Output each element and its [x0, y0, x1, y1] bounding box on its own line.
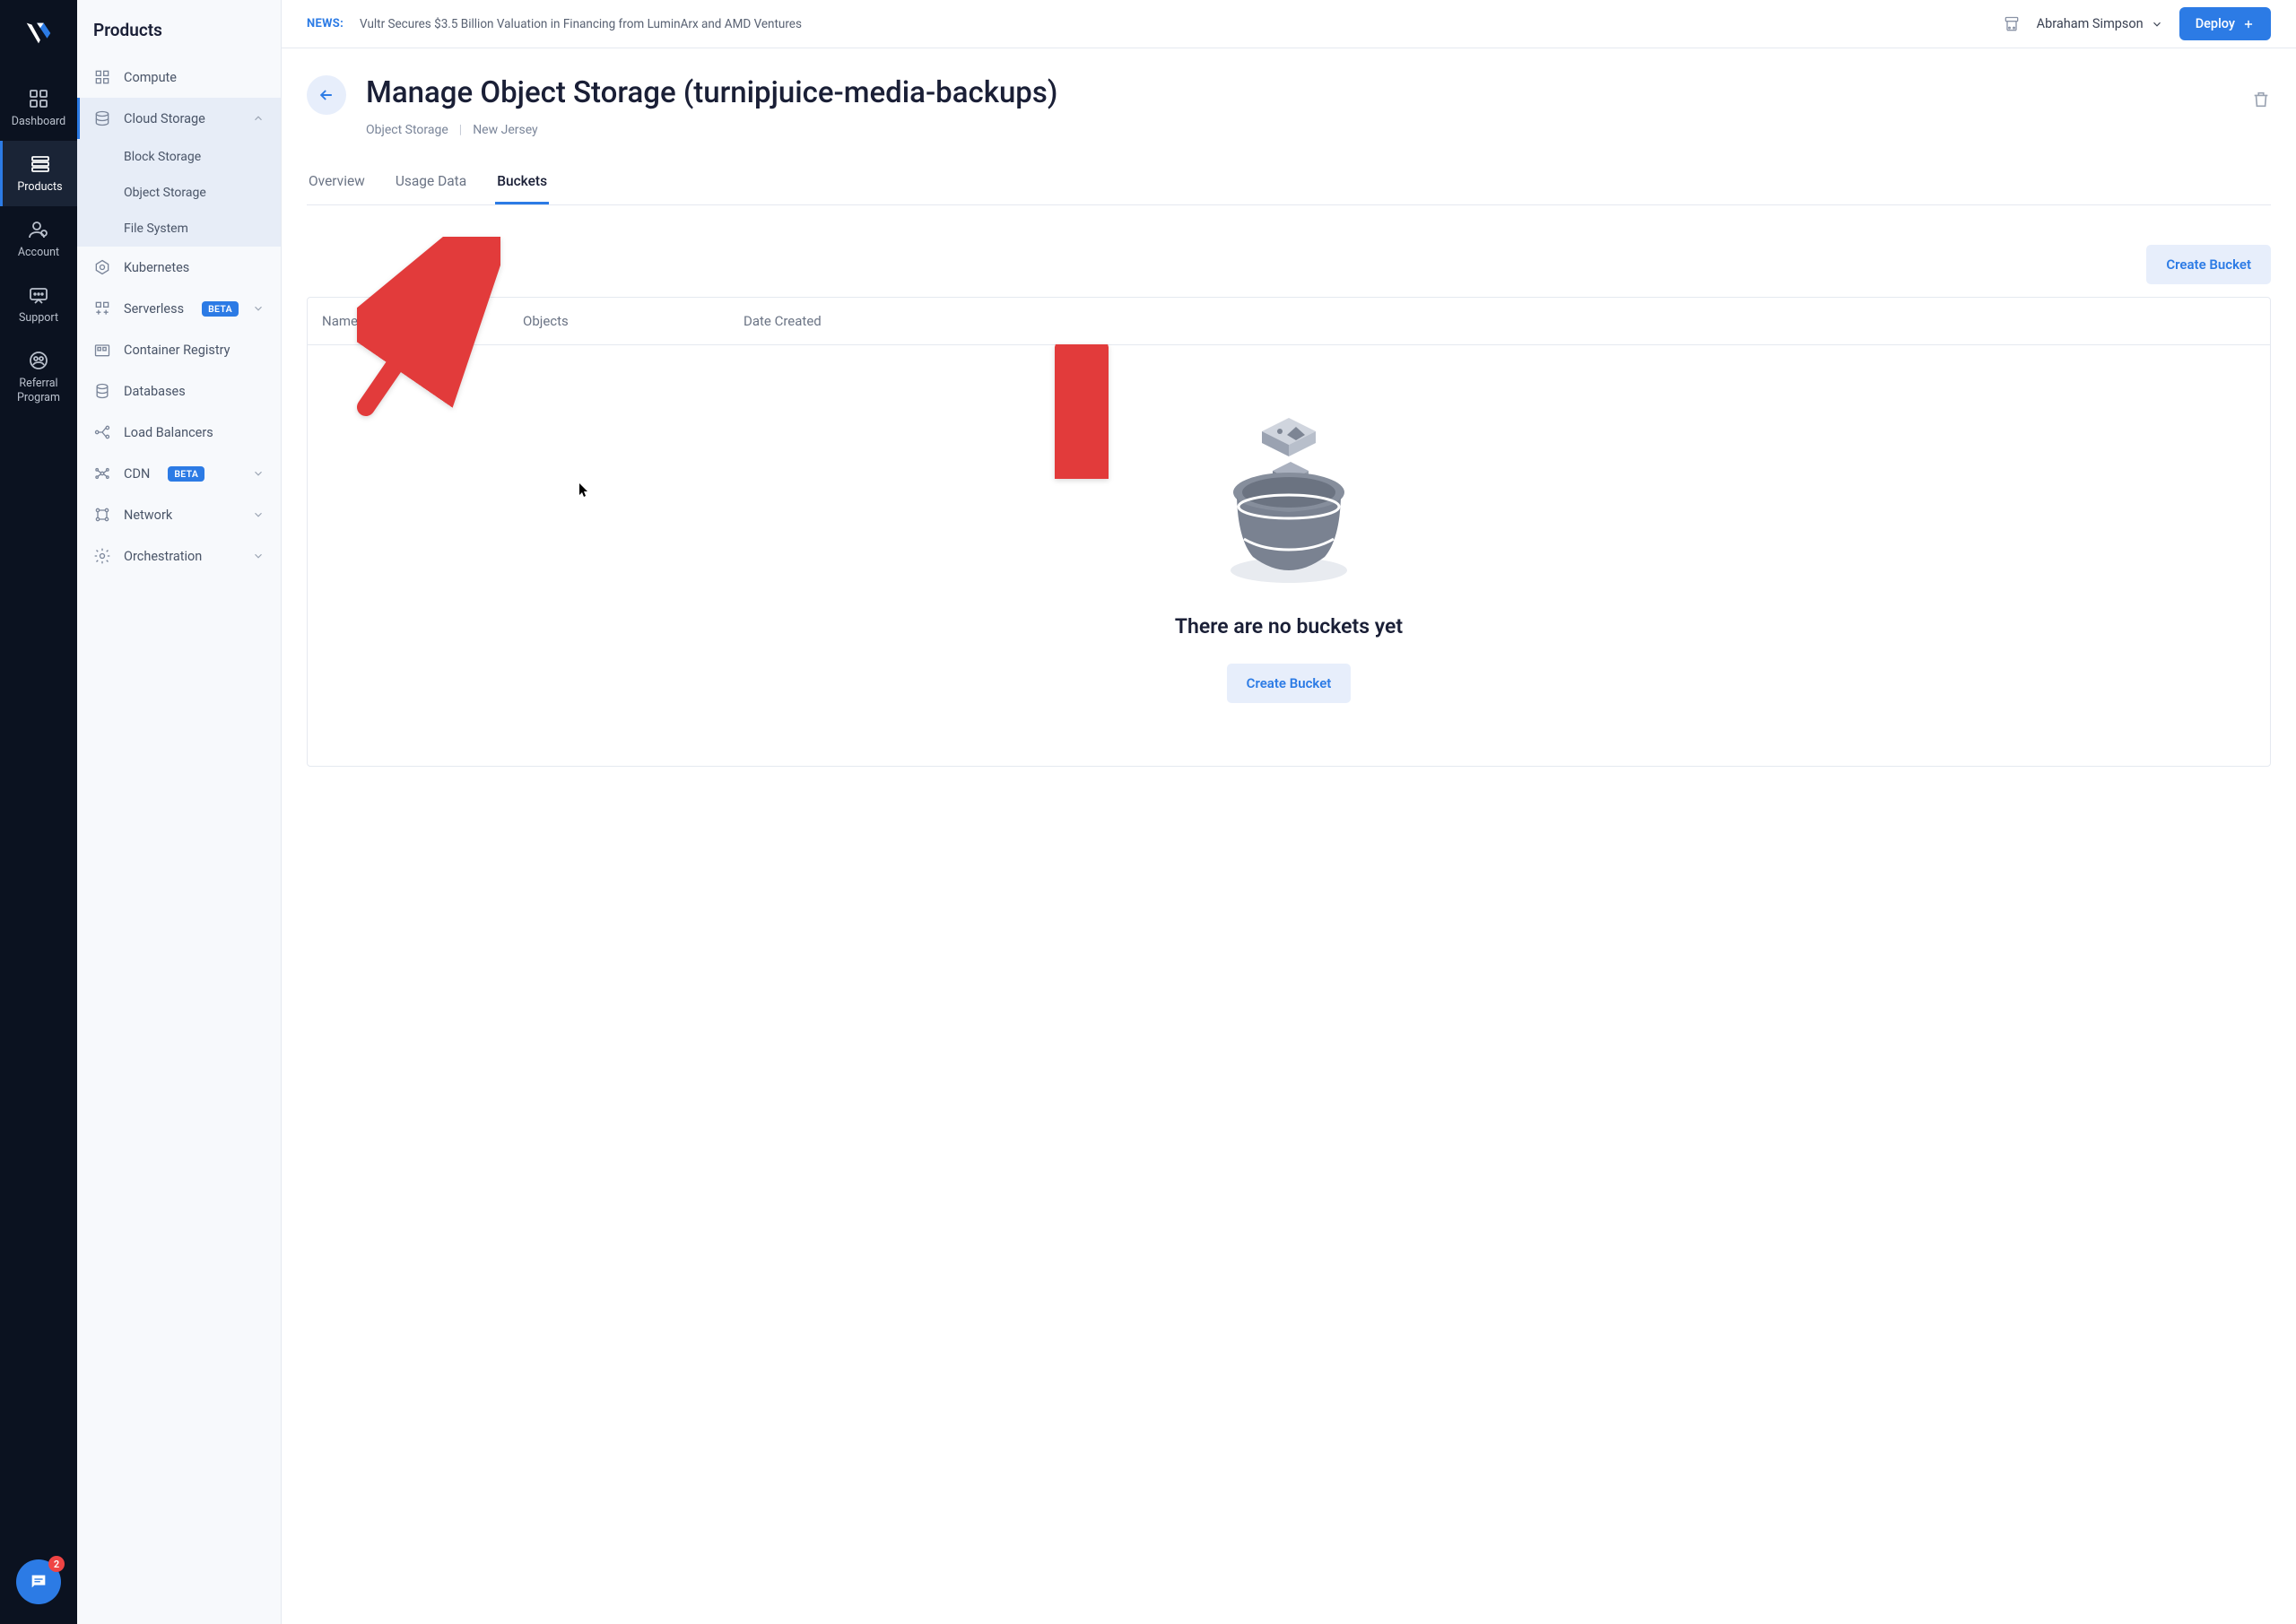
tab-buckets[interactable]: Buckets: [495, 173, 549, 204]
chevron-down-icon: [2151, 18, 2163, 30]
column-name: Name: [322, 313, 523, 329]
nav-dashboard[interactable]: Dashboard: [0, 75, 77, 141]
sidebar-subitem-file-system[interactable]: File System: [77, 211, 281, 247]
delete-button[interactable]: [2251, 90, 2271, 109]
orchestration-icon: [93, 547, 111, 565]
sidebar-submenu-cloud-storage: Block Storage Object Storage File System: [77, 139, 281, 247]
chevron-down-icon: [252, 550, 265, 562]
sidebar-title: Products: [77, 0, 281, 56]
deploy-button[interactable]: Deploy: [2179, 7, 2271, 40]
loadbalancer-icon: [93, 423, 111, 441]
sidebar-item-network[interactable]: Network: [77, 494, 281, 535]
sidebar-item-cdn[interactable]: CDN BETA: [77, 453, 281, 494]
plus-icon: [2242, 18, 2255, 30]
sidebar-item-label: CDN: [124, 466, 150, 482]
network-icon: [93, 506, 111, 524]
sidebar-item-label: Network: [124, 508, 172, 523]
serverless-icon: [93, 300, 111, 317]
sidebar-subitem-block-storage[interactable]: Block Storage: [77, 139, 281, 175]
nav-support[interactable]: Support: [0, 272, 77, 337]
nav-label: Referral Program: [0, 377, 77, 406]
topbar: NEWS: Vultr Secures $3.5 Billion Valuati…: [282, 0, 2296, 48]
nav-label: Dashboard: [12, 115, 65, 128]
content: Manage Object Storage (turnipjuice-media…: [282, 48, 2296, 1624]
sidebar-item-label: Container Registry: [124, 343, 230, 358]
nav-account[interactable]: Account: [0, 206, 77, 272]
sidebar-item-serverless[interactable]: Serverless BETA: [77, 288, 281, 329]
empty-bucket-icon: [1208, 413, 1370, 593]
sidebar-item-label: Cloud Storage: [124, 111, 205, 126]
tabs: Overview Usage Data Buckets: [307, 173, 2271, 205]
chevron-down-icon: [252, 508, 265, 521]
buckets-table: Name Objects Date Created: [307, 297, 2271, 767]
nav-label: Products: [17, 180, 62, 194]
beta-badge: BETA: [202, 301, 239, 317]
marketplace-icon[interactable]: [2003, 15, 2021, 33]
nav-label: Account: [18, 246, 59, 259]
sidebar-item-label: Databases: [124, 384, 186, 399]
sidebar-item-orchestration[interactable]: Orchestration: [77, 535, 281, 577]
sidebar-item-kubernetes[interactable]: Kubernetes: [77, 247, 281, 288]
sidebar-item-databases[interactable]: Databases: [77, 370, 281, 412]
create-bucket-button-empty[interactable]: Create Bucket: [1227, 664, 1352, 703]
sidebar-item-compute[interactable]: Compute: [77, 56, 281, 98]
table-header: Name Objects Date Created: [308, 298, 2270, 345]
beta-badge: BETA: [168, 466, 204, 482]
breadcrumb-separator: |: [459, 123, 462, 137]
sidebar-item-label: Kubernetes: [124, 260, 189, 275]
sidebar-item-label: Load Balancers: [124, 425, 213, 440]
column-objects: Objects: [523, 313, 744, 329]
nav-label: Support: [19, 311, 58, 325]
sidebar-subitem-object-storage[interactable]: Object Storage: [77, 175, 281, 211]
cdn-icon: [93, 465, 111, 482]
nav-rail: Dashboard Products Account Support Refer…: [0, 0, 77, 1624]
empty-title: There are no buckets yet: [1175, 614, 1403, 638]
chat-badge: 2: [48, 1556, 65, 1572]
back-button[interactable]: [307, 75, 346, 115]
sidebar-item-label: Orchestration: [124, 549, 202, 564]
create-bucket-button-top[interactable]: Create Bucket: [2146, 245, 2271, 284]
sidebar-item-label: Serverless: [124, 301, 184, 317]
breadcrumb: Object Storage | New Jersey: [366, 123, 2231, 137]
sidebar: Products Compute Cloud Storage Block Sto…: [77, 0, 282, 1624]
main: NEWS: Vultr Secures $3.5 Billion Valuati…: [282, 0, 2296, 1624]
chevron-down-icon: [252, 467, 265, 480]
sidebar-item-container-registry[interactable]: Container Registry: [77, 329, 281, 370]
deploy-label: Deploy: [2196, 16, 2235, 31]
tab-usage-data[interactable]: Usage Data: [394, 173, 468, 204]
storage-icon: [93, 109, 111, 127]
nav-referral[interactable]: Referral Program: [0, 337, 77, 419]
arrow-left-icon: [317, 86, 335, 104]
kubernetes-icon: [93, 258, 111, 276]
column-date: Date Created: [744, 313, 2256, 329]
sidebar-item-label: Compute: [124, 70, 177, 85]
chevron-up-icon: [252, 112, 265, 125]
registry-icon: [93, 341, 111, 359]
chevron-down-icon: [252, 302, 265, 315]
breadcrumb-location: New Jersey: [473, 123, 537, 137]
database-icon: [93, 382, 111, 400]
empty-state: There are no buckets yet Create Bucket: [308, 345, 2270, 766]
page-title: Manage Object Storage (turnipjuice-media…: [366, 75, 2231, 110]
user-menu[interactable]: Abraham Simpson: [2037, 16, 2163, 31]
user-name: Abraham Simpson: [2037, 16, 2144, 31]
news-text[interactable]: Vultr Secures $3.5 Billion Valuation in …: [360, 17, 1987, 31]
chat-button[interactable]: 2: [16, 1559, 61, 1604]
tab-overview[interactable]: Overview: [307, 173, 367, 204]
logo[interactable]: [22, 16, 56, 50]
compute-icon: [93, 68, 111, 86]
nav-products[interactable]: Products: [0, 141, 77, 206]
news-label: NEWS:: [307, 17, 344, 30]
breadcrumb-product[interactable]: Object Storage: [366, 123, 448, 137]
sidebar-item-load-balancers[interactable]: Load Balancers: [77, 412, 281, 453]
sidebar-item-cloud-storage[interactable]: Cloud Storage: [77, 98, 281, 139]
